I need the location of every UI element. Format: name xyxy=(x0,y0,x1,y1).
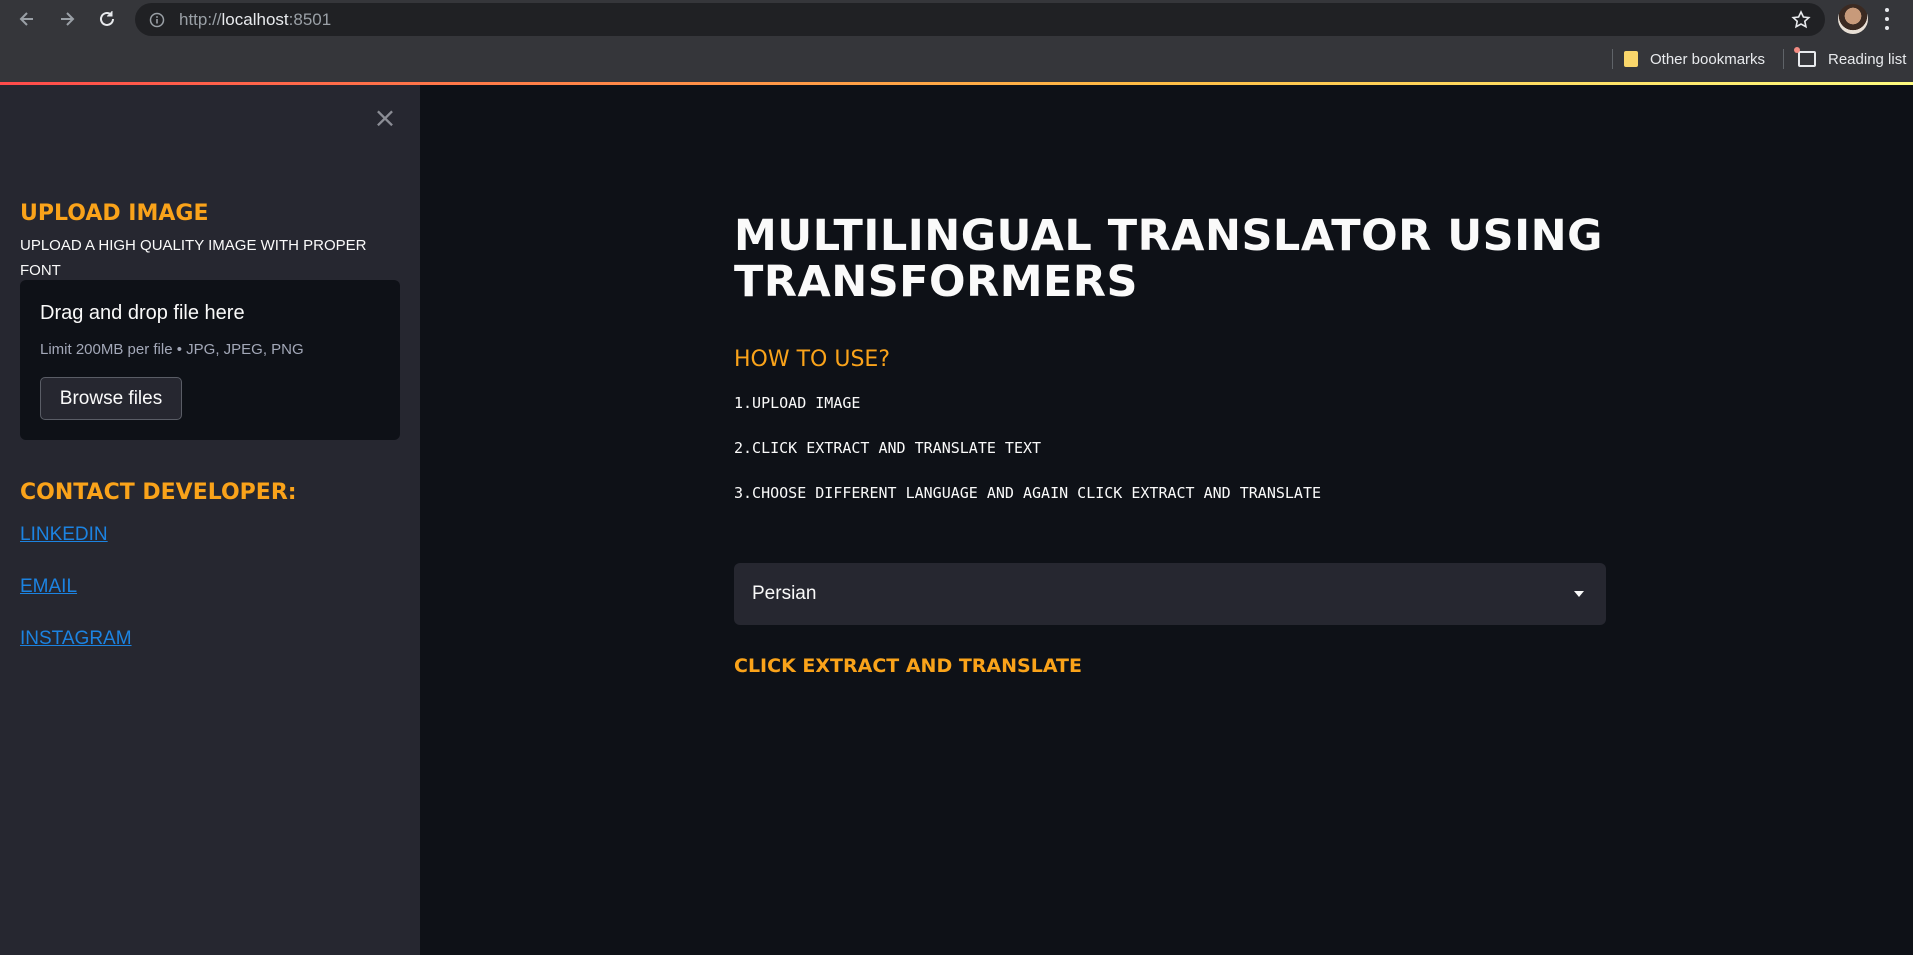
upload-heading: UPLOAD IMAGE xyxy=(20,201,209,226)
bookmarks-bar: Other bookmarks Reading list xyxy=(0,40,1913,78)
contact-heading: CONTACT DEVELOPER: xyxy=(20,480,297,505)
bookmark-star-icon[interactable] xyxy=(1791,10,1811,30)
browser-menu-icon[interactable] xyxy=(1882,6,1892,32)
language-select-value: Persian xyxy=(752,583,817,604)
bookmark-separator xyxy=(1783,49,1784,69)
folder-icon xyxy=(1624,51,1638,67)
address-bar[interactable]: http://localhost:8501 xyxy=(135,3,1825,36)
info-icon[interactable] xyxy=(149,12,165,28)
email-link[interactable]: EMAIL xyxy=(20,576,77,598)
extract-translate-button[interactable]: CLICK EXTRACT AND TRANSLATE xyxy=(734,655,1082,677)
chevron-down-icon xyxy=(1574,591,1584,597)
browse-files-button[interactable]: Browse files xyxy=(40,377,182,420)
reading-list-label: Reading list xyxy=(1828,50,1907,68)
upload-subtext: UPLOAD A HIGH QUALITY IMAGE WITH PROPER … xyxy=(20,237,367,279)
url-scheme: http:// xyxy=(179,9,222,29)
arrow-left-icon xyxy=(19,12,33,26)
step-1: 1.UPLOAD IMAGE xyxy=(734,394,861,412)
reading-list[interactable]: Reading list xyxy=(1794,47,1907,70)
instagram-link[interactable]: INSTAGRAM xyxy=(20,628,132,650)
bookmark-separator xyxy=(1612,49,1613,69)
reload-icon xyxy=(100,11,114,26)
linkedin-link[interactable]: LINKEDIN xyxy=(20,524,108,546)
sidebar: × UPLOAD IMAGE UPLOAD A HIGH QUALITY IMA… xyxy=(0,85,420,955)
reading-list-icon xyxy=(1794,47,1816,67)
profile-avatar[interactable] xyxy=(1838,4,1868,34)
page-title: MULTILINGUAL TRANSLATOR USING TRANSFORME… xyxy=(734,211,1603,307)
step-3: 3.CHOOSE DIFFERENT LANGUAGE AND AGAIN CL… xyxy=(734,484,1321,502)
back-button[interactable] xyxy=(12,4,42,34)
other-bookmarks[interactable]: Other bookmarks xyxy=(1624,48,1765,70)
step-2: 2.CLICK EXTRACT AND TRANSLATE TEXT xyxy=(734,439,1042,457)
other-bookmarks-label: Other bookmarks xyxy=(1650,50,1766,68)
url-host: localhost xyxy=(221,9,289,29)
drag-drop-text: Drag and drop file here xyxy=(40,302,245,324)
how-to-heading: HOW TO USE? xyxy=(734,347,890,372)
reload-button[interactable] xyxy=(92,4,122,34)
close-sidebar-icon[interactable]: × xyxy=(372,104,398,132)
forward-button[interactable] xyxy=(52,4,82,34)
url-text: http://localhost:8501 xyxy=(179,10,331,30)
file-limit-text: Limit 200MB per file • JPG, JPEG, PNG xyxy=(40,341,304,358)
url-port: :8501 xyxy=(288,9,332,29)
browser-chrome: http://localhost:8501 Other bookmarks Re… xyxy=(0,0,1913,82)
main-content: MULTILINGUAL TRANSLATOR USING TRANSFORME… xyxy=(420,85,1913,955)
language-select[interactable]: Persian xyxy=(734,563,1606,625)
file-uploader-dropzone[interactable]: Drag and drop file here Limit 200MB per … xyxy=(20,280,400,440)
arrow-right-icon xyxy=(61,12,75,26)
